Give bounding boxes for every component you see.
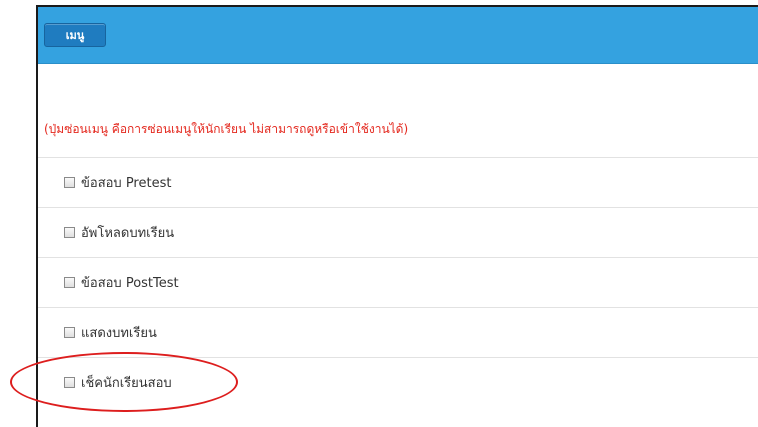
checkbox[interactable] <box>64 376 75 388</box>
menu-item-label: อัพโหลดบทเรียน <box>81 225 175 241</box>
menu-item-label: เช็คนักเรียนสอบ <box>81 375 172 391</box>
menu-item-label: ข้อสอบ Pretest <box>81 175 172 191</box>
menu-item-label: ข้อสอบ PostTest <box>81 275 179 291</box>
hide-menu-note: (ปุ่มซ่อนเมนู คือการซ่อนเมนูให้นักเรียน … <box>44 122 409 136</box>
menu-item-show-lesson[interactable]: แสดงบทเรียน <box>38 307 758 357</box>
menu-item-pretest[interactable]: ข้อสอบ Pretest <box>38 157 758 207</box>
checkbox[interactable] <box>64 326 75 338</box>
menu-item-label: แสดงบทเรียน <box>81 325 157 341</box>
checkbox[interactable] <box>64 226 75 238</box>
checkbox[interactable] <box>64 276 75 288</box>
menu-item-upload-lesson[interactable]: อัพโหลดบทเรียน <box>38 207 758 257</box>
checkbox[interactable] <box>64 176 75 188</box>
menu-item-posttest[interactable]: ข้อสอบ PostTest <box>38 257 758 307</box>
menu-button[interactable]: เมนู <box>44 23 106 47</box>
menu-panel: เมนู (ปุ่มซ่อนเมนู คือการซ่อนเมนูให้นักเ… <box>36 5 758 427</box>
menu-item-check-students[interactable]: เช็คนักเรียนสอบ <box>38 357 758 407</box>
panel-header: เมนู <box>38 7 758 64</box>
